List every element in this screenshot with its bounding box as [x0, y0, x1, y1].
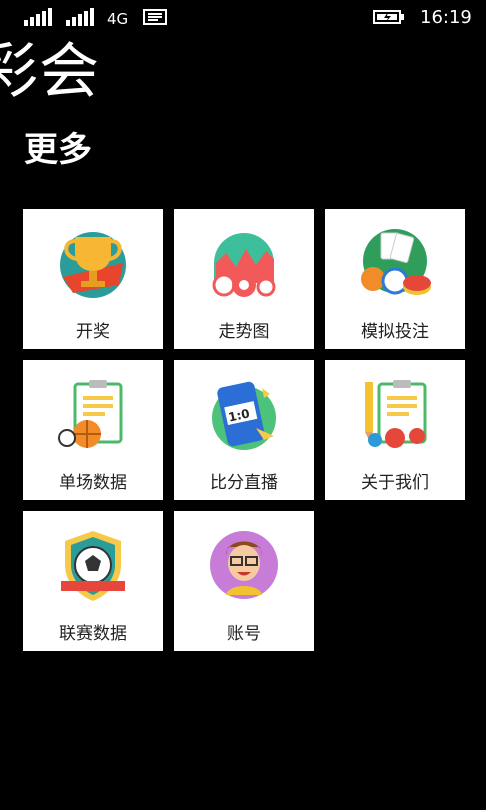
tile-single-match-data[interactable]: 单场数据 — [23, 360, 163, 500]
tile-league-data[interactable]: 联赛数据 — [23, 511, 163, 651]
tile-label: 开奖 — [76, 322, 110, 342]
tile-label: 联赛数据 — [59, 624, 127, 644]
tile-label: 关于我们 — [361, 473, 429, 493]
clipboard-basketball-icon — [58, 380, 123, 448]
status-bar: 4G 16:19 — [0, 0, 486, 36]
clock: 16:19 — [420, 7, 472, 28]
cards-chips-icon — [361, 229, 431, 295]
tile-lottery-results[interactable]: 开奖 — [23, 209, 163, 349]
tile-live-score[interactable]: 1:0 比分直播 — [174, 360, 314, 500]
tile-account[interactable]: 账号 — [174, 511, 314, 651]
clipboard-pencil-icon — [365, 380, 427, 448]
tile-about-us[interactable]: 关于我们 — [325, 360, 465, 500]
scoreboard-phone-icon: 1:0 — [212, 381, 276, 450]
message-icon — [143, 9, 167, 25]
tile-label: 走势图 — [218, 322, 270, 342]
tile-label: 比分直播 — [210, 473, 278, 493]
trophy-icon — [60, 232, 126, 298]
tile-simulated-betting[interactable]: 模拟投注 — [325, 209, 465, 349]
soccer-shield-icon — [61, 531, 125, 601]
tile-trend-chart[interactable]: 走势图 — [174, 209, 314, 349]
signal-icon — [66, 8, 94, 26]
trend-chart-icon — [212, 233, 276, 297]
page-title: 更多 — [24, 130, 92, 170]
tile-label: 模拟投注 — [361, 322, 429, 342]
battery-charging-icon — [373, 10, 404, 24]
tile-label: 账号 — [227, 624, 261, 644]
network-type: 4G — [107, 10, 129, 28]
tile-label: 单场数据 — [59, 473, 127, 493]
app-title: 彩会 — [0, 37, 100, 107]
user-avatar-icon — [210, 531, 278, 599]
signal-icon — [24, 8, 52, 26]
